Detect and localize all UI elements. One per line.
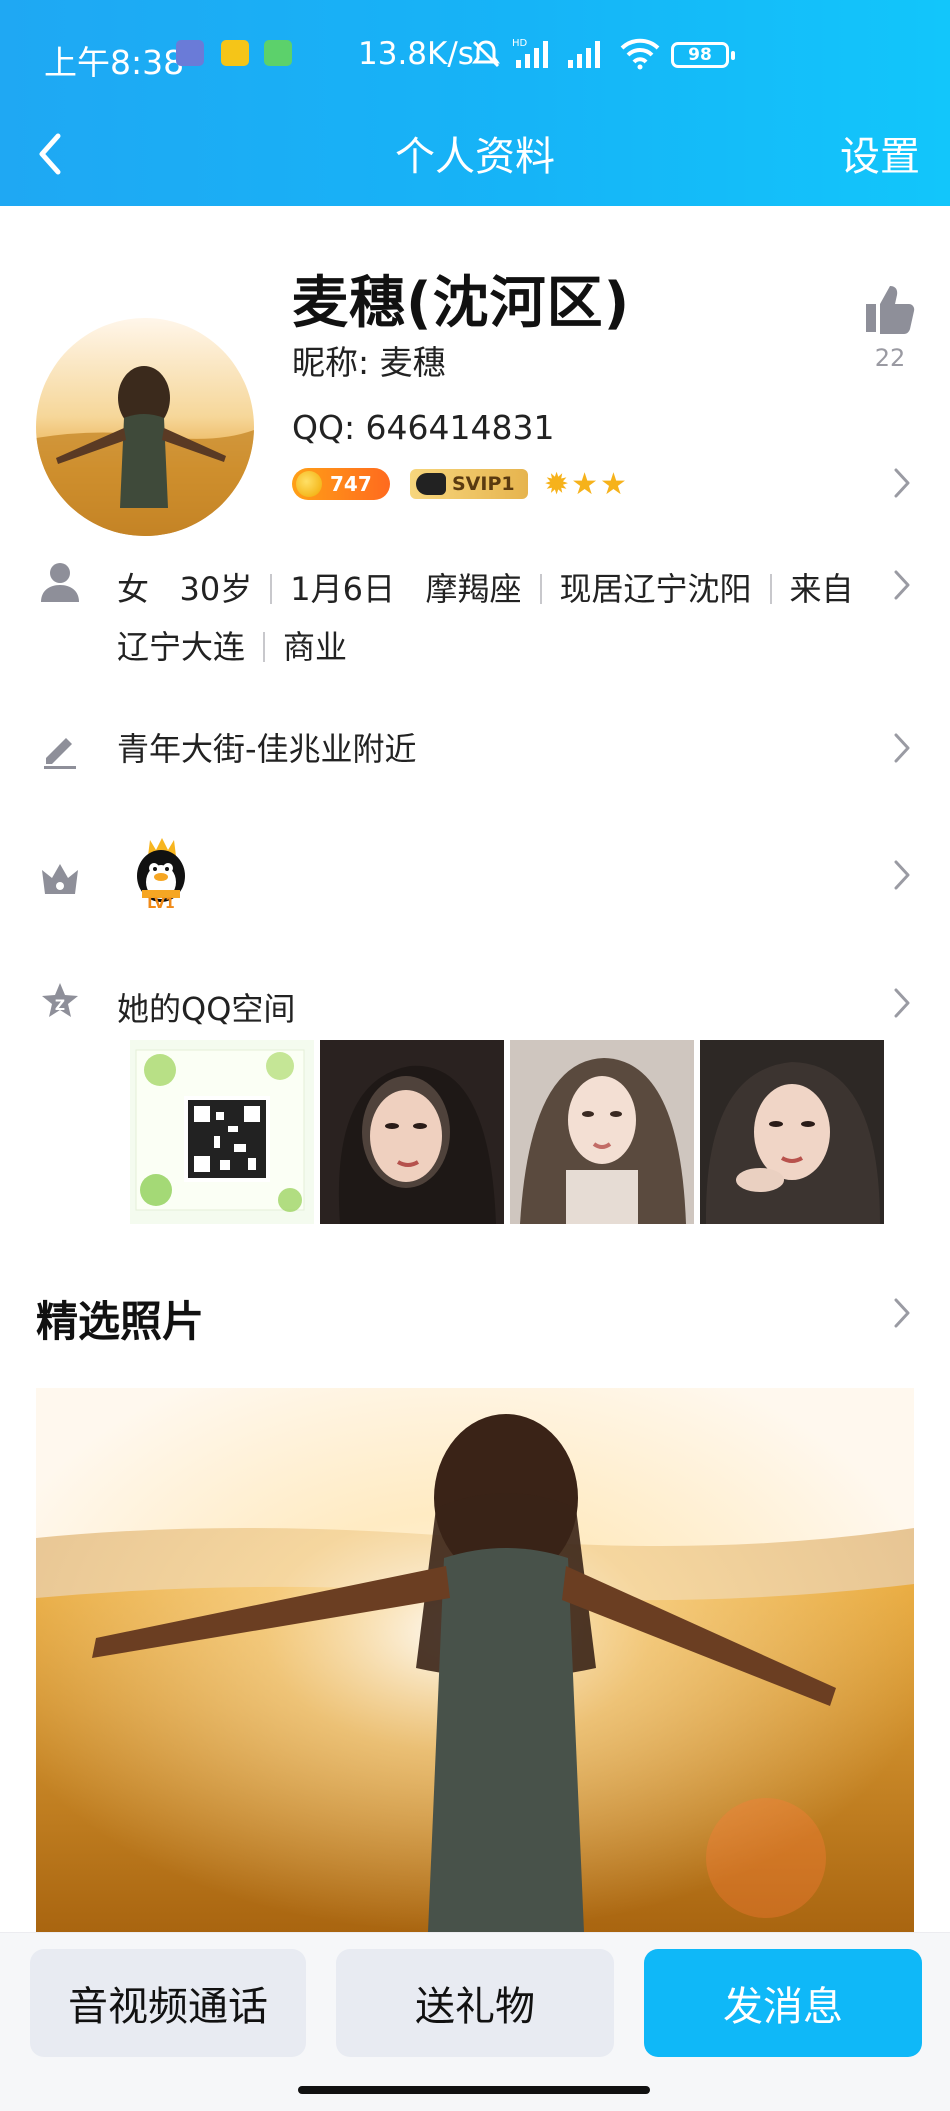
wifi-icon [620, 38, 660, 70]
message-notification-icon [221, 40, 249, 66]
crown-icon [42, 864, 78, 894]
send-gift-button[interactable]: 送礼物 [336, 1949, 614, 2057]
network-speed: 13.8K/s [358, 36, 474, 72]
info-zodiac: 摩羯座 [425, 570, 522, 608]
avatar[interactable] [36, 318, 254, 536]
svip-badge-label: SVIP1 [452, 473, 515, 495]
svg-text:HD: HD [512, 38, 528, 49]
status-bar: 上午8:38 13.8K/s HD 98 [0, 0, 950, 110]
profile-qq-number: QQ: 646414831 [292, 408, 555, 447]
featured-photo[interactable] [36, 1388, 914, 1932]
profile-badges[interactable]: 747 SVIP1 ✹★★ [292, 466, 629, 502]
signal-icon [568, 41, 600, 68]
level-badge-value: 747 [330, 472, 372, 496]
divider [263, 632, 266, 662]
chevron-right-icon[interactable] [892, 731, 912, 765]
divider [539, 574, 542, 604]
chevron-right-icon[interactable] [892, 858, 912, 892]
qq-penguin-icon: LV1 [137, 838, 185, 912]
battery-indicator: 98 [671, 42, 735, 68]
page-title: 个人资料 [395, 134, 555, 180]
chevron-right-icon[interactable] [892, 1296, 912, 1330]
app-notification-icon [176, 40, 204, 66]
star-level-badge: ✹★★ [544, 466, 629, 502]
info-industry: 商业 [283, 628, 348, 666]
av-call-button[interactable]: 音视频通话 [30, 1949, 306, 2057]
qzone-photo-strip [130, 1040, 890, 1224]
level-badge: 747 [292, 468, 390, 500]
chevron-right-icon[interactable] [892, 568, 912, 602]
qzone-label[interactable]: 她的QQ空间 [117, 984, 295, 1030]
info-hometown-line1: 来自 [789, 570, 854, 608]
home-indicator[interactable] [298, 2086, 650, 2094]
qq-level-label: LV1 [147, 896, 175, 912]
nav-bar: 个人资料 设置 [0, 110, 950, 206]
svip-badge: SVIP1 [410, 469, 528, 499]
qzone-star-icon: Z [42, 983, 78, 1017]
send-message-button[interactable]: 发消息 [644, 1949, 922, 2057]
info-gender: 女 [117, 570, 150, 608]
divider [270, 574, 273, 604]
divider [769, 574, 772, 604]
svg-text:Z: Z [55, 998, 65, 1014]
bottom-action-bar: 音视频通话 送礼物 发消息 [0, 1932, 950, 2111]
info-residence: 现居辽宁沈阳 [559, 570, 752, 608]
coin-icon [296, 471, 322, 497]
signal-hd-icon: HD [512, 38, 548, 68]
person-icon [41, 563, 79, 602]
signature-text[interactable]: 青年大街-佳兆业附近 [117, 724, 417, 770]
featured-photos-title[interactable]: 精选照片 [36, 1288, 204, 1349]
chevron-right-icon[interactable] [892, 466, 912, 500]
mute-icon [472, 40, 500, 68]
status-time: 上午8:38 [44, 43, 185, 82]
qzone-photo-2[interactable] [320, 1040, 504, 1224]
chevron-right-icon[interactable] [892, 986, 912, 1020]
edit-icon [44, 738, 76, 769]
info-hometown-line2: 辽宁大连 [117, 628, 246, 666]
profile-name: 麦穗(沈河区) [292, 271, 631, 336]
settings-button[interactable]: 设置 [840, 124, 920, 182]
qzone-photo-4[interactable] [700, 1040, 884, 1224]
personal-info[interactable]: 女 30岁 1月6日 摩羯座 现居辽宁沈阳 来自辽宁大连 商业 [117, 560, 897, 676]
qzone-photo-qr[interactable] [130, 1040, 314, 1224]
profile-nickname: 昵称: 麦穗 [292, 343, 446, 382]
thumbs-up-icon[interactable] [862, 280, 918, 336]
android-notification-icon [264, 40, 292, 66]
info-age: 30岁 [179, 570, 253, 608]
info-birthday: 1月6日 [290, 570, 395, 608]
qzone-photo-3[interactable] [510, 1040, 694, 1224]
like-count: 22 [874, 344, 906, 372]
